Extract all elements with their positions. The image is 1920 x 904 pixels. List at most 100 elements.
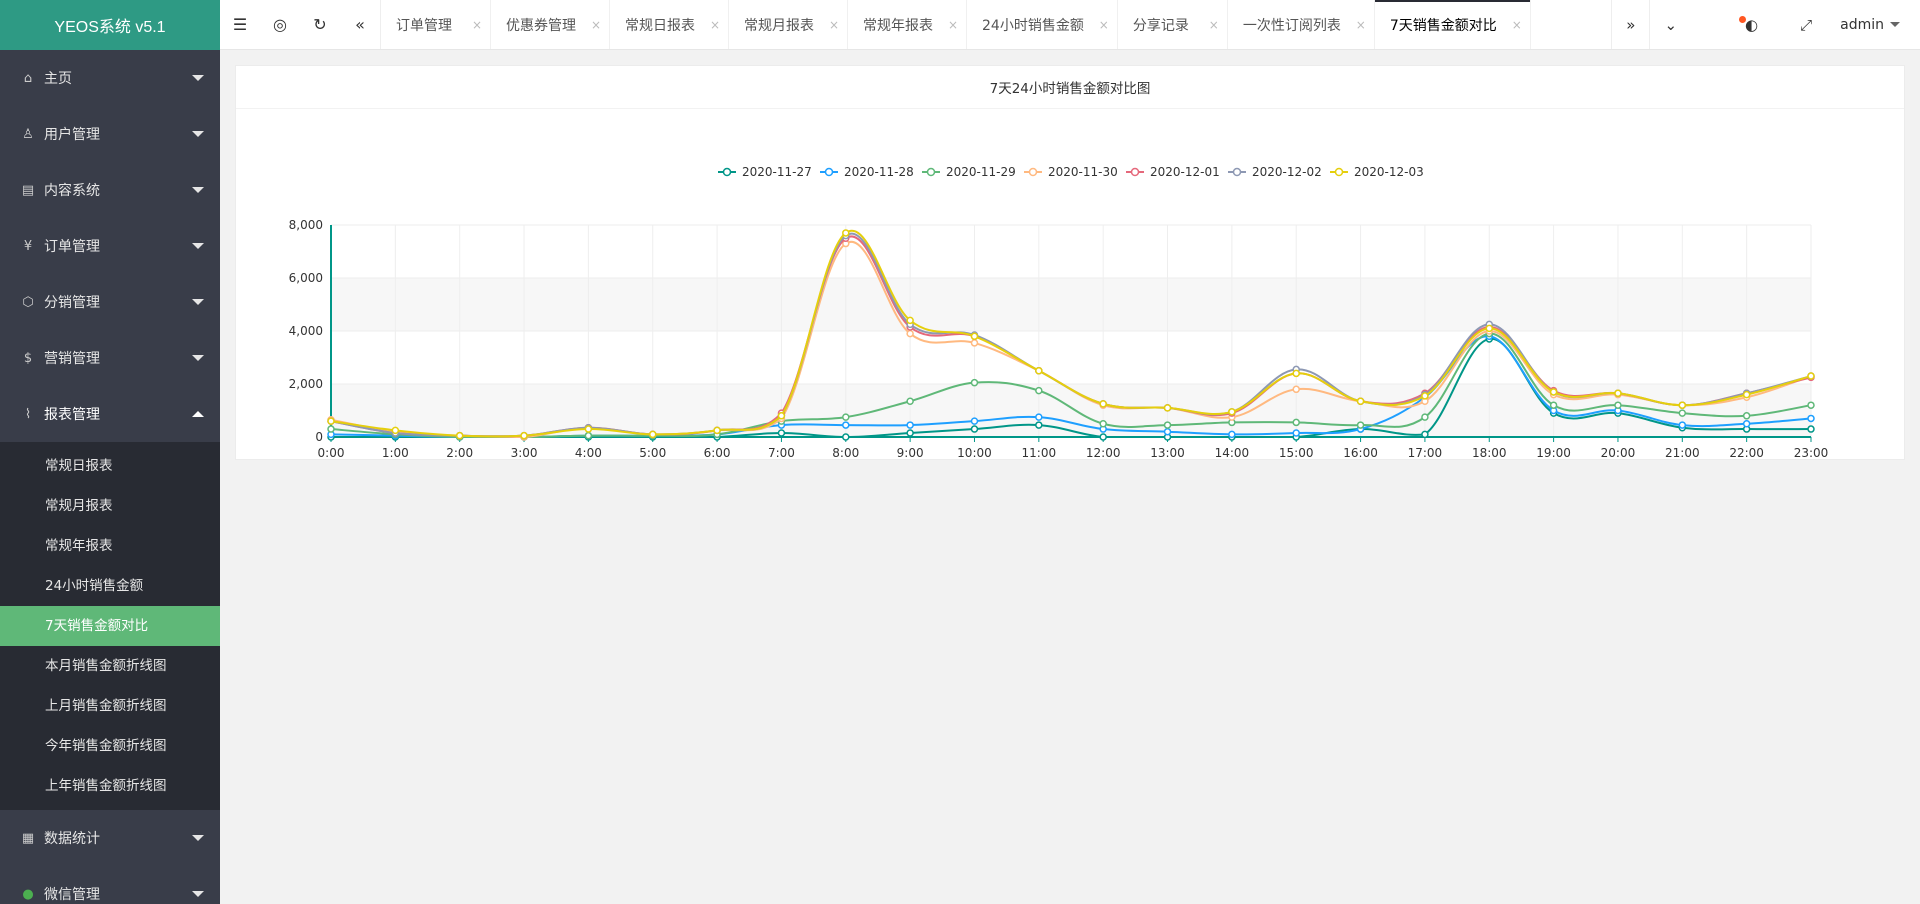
data-point bbox=[1356, 421, 1365, 429]
tab-monthly-report[interactable]: 常规月报表 × bbox=[729, 0, 848, 49]
globe-icon[interactable]: ◎ bbox=[260, 0, 300, 49]
data-point bbox=[1678, 421, 1687, 429]
tab-yearly-report[interactable]: 常规年报表 × bbox=[848, 0, 967, 49]
close-icon[interactable]: × bbox=[1512, 18, 1522, 32]
data-point bbox=[1742, 390, 1751, 399]
x-tick-label: 15:00 bbox=[1279, 446, 1314, 460]
subnav-item[interactable]: 常规年报表 bbox=[0, 526, 220, 566]
theme-palette-icon[interactable]: ◐ bbox=[1731, 0, 1772, 49]
close-icon[interactable]: × bbox=[948, 18, 958, 32]
nav-label: 营销管理 bbox=[44, 351, 100, 367]
chart-band bbox=[331, 278, 1811, 331]
pulse-icon: ⌇ bbox=[24, 406, 32, 422]
reports-subnav: 常规日报表 常规月报表 常规年报表 24小时销售金额 7天销售金额对比 本月销售… bbox=[0, 442, 220, 810]
tab-daily-report[interactable]: 常规日报表 × bbox=[610, 0, 729, 49]
data-point bbox=[906, 316, 914, 325]
nav-home[interactable]: ⌂ 主页 bbox=[0, 50, 220, 106]
app-logo[interactable]: YEOS系统 v5.1 bbox=[0, 0, 220, 50]
data-point bbox=[1099, 420, 1107, 428]
data-point bbox=[970, 425, 979, 433]
x-tick-label: 7:00 bbox=[768, 446, 795, 460]
data-point bbox=[777, 412, 786, 420]
close-icon[interactable]: × bbox=[710, 18, 720, 32]
legend-marker bbox=[1028, 167, 1038, 177]
data-point bbox=[842, 229, 850, 237]
nav-content-system[interactable]: ▤ 内容系统 bbox=[0, 162, 220, 218]
data-point bbox=[777, 429, 786, 437]
user-menu[interactable]: admin bbox=[1826, 0, 1920, 49]
chevron-down-icon bbox=[192, 299, 204, 305]
x-tick-label: 20:00 bbox=[1601, 446, 1636, 460]
legend-marker bbox=[722, 167, 732, 177]
chart-band bbox=[331, 384, 1811, 437]
legend-label: 2020-12-02 bbox=[1252, 165, 1322, 179]
nav-label: 内容系统 bbox=[44, 183, 100, 199]
data-point bbox=[648, 430, 657, 439]
close-icon[interactable]: × bbox=[829, 18, 839, 32]
data-point bbox=[1356, 397, 1365, 405]
refresh-icon[interactable]: ↻ bbox=[300, 0, 340, 49]
content-icon: ▤ bbox=[21, 182, 35, 198]
y-tick-label: 6,000 bbox=[289, 271, 323, 285]
data-point bbox=[1421, 392, 1429, 400]
chevron-down-icon bbox=[192, 355, 204, 361]
nav-label: 报表管理 bbox=[44, 407, 100, 423]
nav-wechat[interactable]: ● 微信管理 bbox=[0, 866, 220, 904]
x-tick-label: 23:00 bbox=[1794, 446, 1829, 460]
data-point bbox=[970, 332, 979, 341]
chevron-down-icon bbox=[192, 131, 204, 137]
tab-order-management[interactable]: 订单管理 × bbox=[381, 0, 491, 49]
tab-one-time-subscriptions[interactable]: 一次性订阅列表 × bbox=[1228, 0, 1375, 49]
menu-toggle-icon[interactable]: ☰ bbox=[220, 0, 260, 49]
nav-marketing[interactable]: $ 营销管理 bbox=[0, 330, 220, 386]
y-tick-label: 4,000 bbox=[289, 324, 323, 338]
tabs-dropdown-icon[interactable]: ⌄ bbox=[1649, 0, 1691, 49]
chevron-down-icon bbox=[192, 187, 204, 193]
cube-icon: ⬡ bbox=[22, 294, 34, 310]
subnav-item[interactable]: 24小时销售金额 bbox=[0, 566, 220, 606]
subnav-item[interactable]: 常规日报表 bbox=[0, 446, 220, 486]
nav-label: 数据统计 bbox=[44, 831, 100, 847]
tab-label: 7天销售金额对比 bbox=[1389, 17, 1497, 34]
nav-reports[interactable]: ⌇ 报表管理 bbox=[0, 386, 220, 442]
fullscreen-icon[interactable]: ⤢ bbox=[1786, 0, 1826, 49]
tab-7day-sales-compare[interactable]: 7天销售金额对比 × bbox=[1374, 0, 1531, 49]
chevron-down-icon bbox=[192, 243, 204, 249]
subnav-item[interactable]: 上月销售金额折线图 bbox=[0, 686, 220, 726]
data-point bbox=[713, 426, 721, 435]
subnav-item[interactable]: 上年销售金额折线图 bbox=[0, 766, 220, 806]
nav-label: 用户管理 bbox=[44, 127, 100, 143]
tab-coupon-management[interactable]: 优惠券管理 × bbox=[491, 0, 610, 49]
tab-label: 优惠券管理 bbox=[506, 17, 576, 34]
chevron-down-icon bbox=[192, 75, 204, 81]
close-icon[interactable]: × bbox=[1356, 18, 1366, 32]
data-point bbox=[1807, 425, 1815, 433]
sidebar: YEOS系统 v5.1 ⌂ 主页 ♙ 用户管理 ▤ 内容系统 ¥ 订单管理 ⬡ … bbox=[0, 0, 220, 904]
nav-data-stats[interactable]: ▦ 数据统计 bbox=[0, 810, 220, 866]
x-tick-label: 0:00 bbox=[318, 446, 345, 460]
data-point bbox=[1099, 400, 1107, 408]
close-icon[interactable]: × bbox=[472, 18, 482, 32]
nav-order-management[interactable]: ¥ 订单管理 bbox=[0, 218, 220, 274]
subnav-item[interactable]: 本月销售金额折线图 bbox=[0, 646, 220, 686]
legend-label: 2020-12-03 bbox=[1354, 165, 1424, 179]
data-point bbox=[1678, 409, 1687, 417]
tabs-scroll-left-icon[interactable]: « bbox=[340, 0, 380, 49]
tab-share-records[interactable]: 分享记录 × bbox=[1118, 0, 1228, 49]
subnav-item-active[interactable]: 7天销售金额对比 bbox=[0, 606, 220, 646]
close-icon[interactable]: × bbox=[591, 18, 601, 32]
data-point bbox=[1485, 324, 1494, 333]
data-point bbox=[1292, 385, 1300, 394]
data-point bbox=[1614, 389, 1622, 398]
tab-24h-sales[interactable]: 24小时销售金额 × bbox=[967, 0, 1118, 49]
close-icon[interactable]: × bbox=[1099, 18, 1109, 32]
close-icon[interactable]: × bbox=[1209, 18, 1219, 32]
subnav-item[interactable]: 常规月报表 bbox=[0, 486, 220, 526]
subnav-item[interactable]: 今年销售金额折线图 bbox=[0, 726, 220, 766]
nav-distribution[interactable]: ⬡ 分销管理 bbox=[0, 274, 220, 330]
tabs-scroll-right-icon[interactable]: » bbox=[1611, 0, 1649, 49]
home-icon: ⌂ bbox=[23, 70, 33, 86]
nav-label: 分销管理 bbox=[44, 295, 100, 311]
nav-label: 微信管理 bbox=[44, 887, 100, 903]
nav-user-management[interactable]: ♙ 用户管理 bbox=[0, 106, 220, 162]
